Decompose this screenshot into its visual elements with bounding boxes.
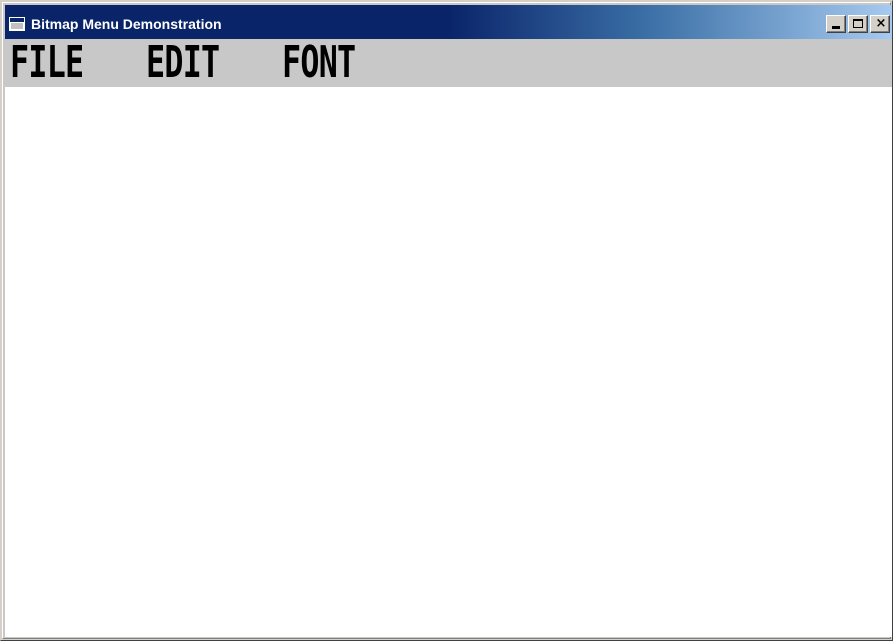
minimize-button[interactable] <box>826 15 846 33</box>
menu-bar: FILE EDIT FONT <box>5 39 892 87</box>
maximize-button[interactable] <box>848 15 868 33</box>
close-button[interactable]: × <box>870 15 890 33</box>
app-window-icon[interactable] <box>9 17 25 31</box>
minimize-icon <box>832 26 840 29</box>
close-icon: × <box>875 16 887 31</box>
maximize-icon <box>853 19 863 28</box>
window-title: Bitmap Menu Demonstration <box>31 16 222 32</box>
menu-file[interactable]: FILE <box>10 39 89 87</box>
menu-font[interactable]: FONT <box>282 39 361 87</box>
client-area[interactable] <box>5 87 892 637</box>
menu-edit[interactable]: EDIT <box>146 39 225 87</box>
application-window: Bitmap Menu Demonstration × FILE EDIT FO… <box>0 0 893 641</box>
caption-buttons: × <box>826 15 890 33</box>
title-bar[interactable]: Bitmap Menu Demonstration × <box>5 5 892 39</box>
title-bar-row: Bitmap Menu Demonstration <box>9 15 222 33</box>
